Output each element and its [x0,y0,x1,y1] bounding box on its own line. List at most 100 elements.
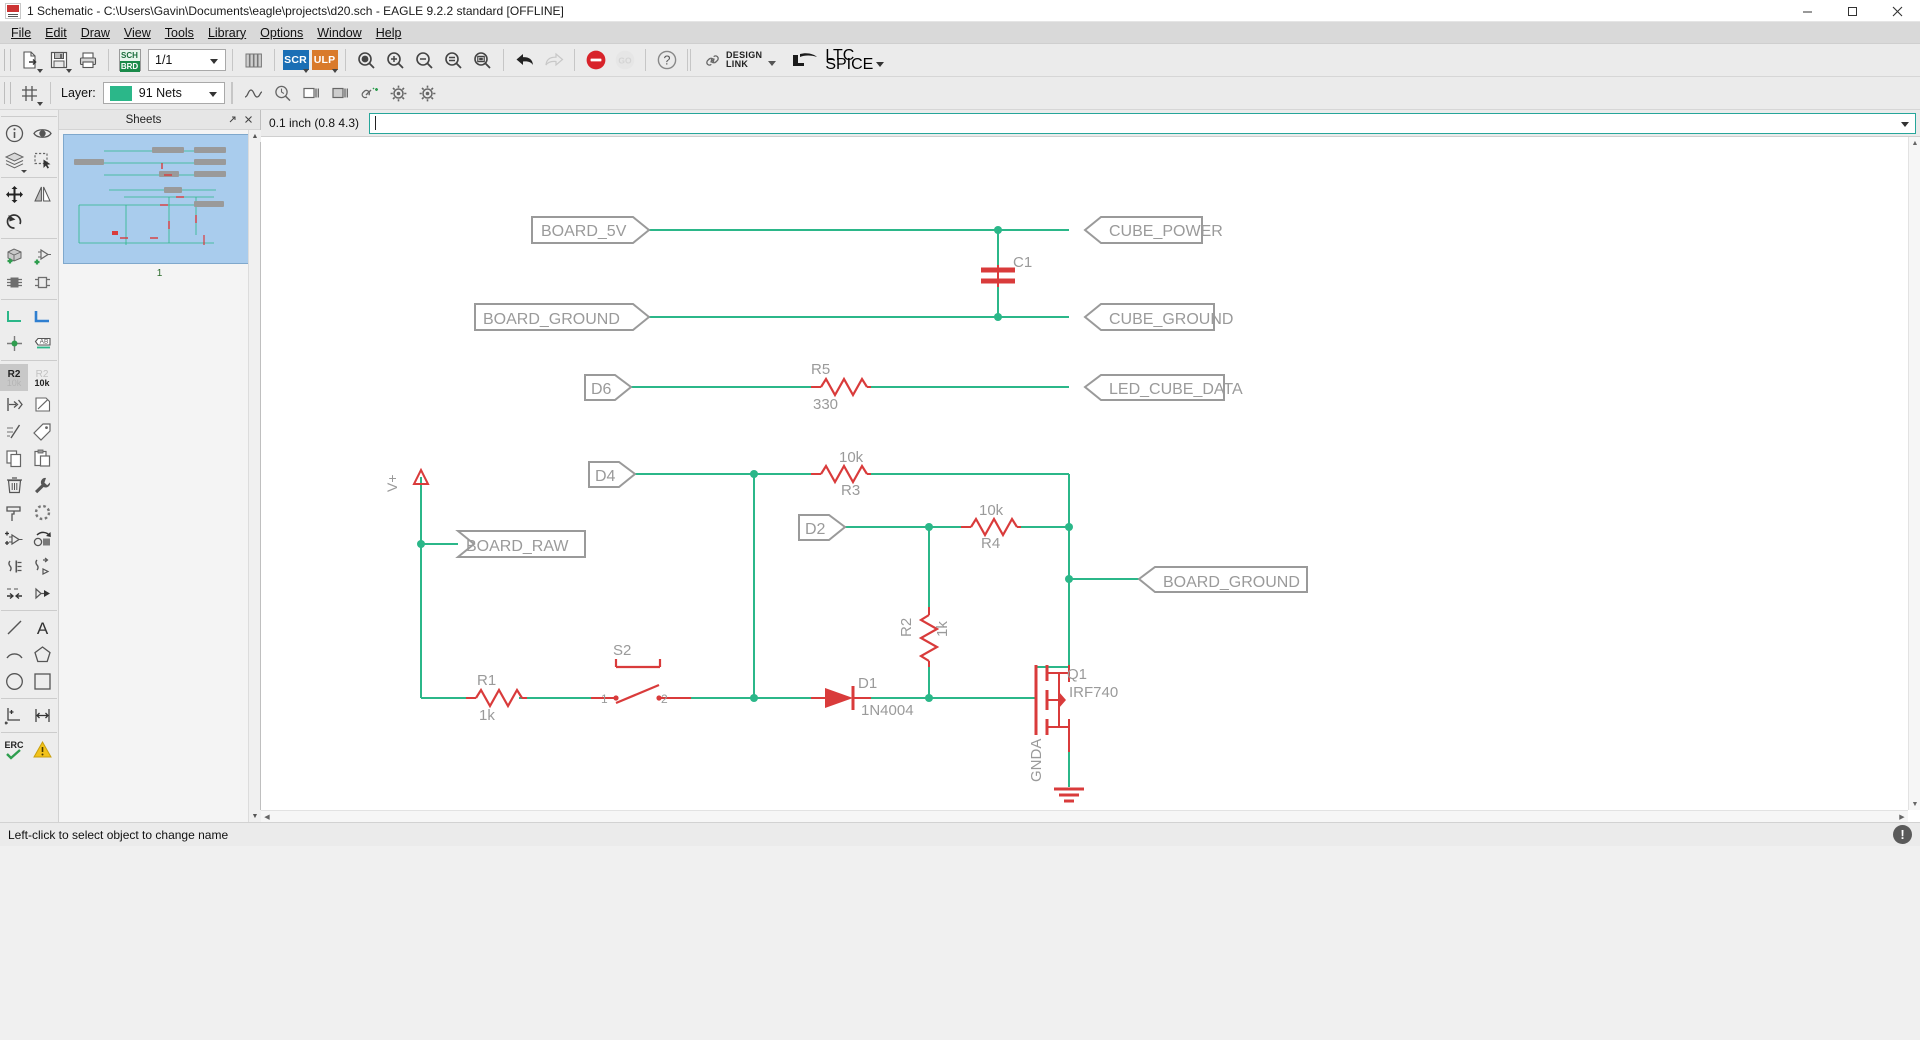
smash-tool[interactable] [0,553,28,580]
settings-gear-button[interactable] [413,80,442,107]
canvas-scroll-down-icon[interactable]: ▼ [1909,798,1920,810]
canvas-scroll-left-icon[interactable]: ◀ [261,811,273,822]
toolbar-grip[interactable] [4,49,11,71]
net-label-cube-ground[interactable]: CUBE_GROUND [1083,303,1233,331]
design-link-caret-icon[interactable] [768,61,777,66]
polygon-tool[interactable] [28,641,56,668]
run-script-button[interactable]: SCR [281,47,310,74]
paint-tool[interactable] [0,499,28,526]
paste-tool[interactable] [28,445,56,472]
attribute-tool[interactable] [28,418,56,445]
scr-caret-icon[interactable] [303,68,309,73]
part-c1[interactable]: C1 [981,254,1032,287]
ltspice-caret-icon[interactable] [876,61,885,67]
maximize-button[interactable] [1830,0,1875,22]
line-tool[interactable] [0,614,28,641]
part-gnda[interactable]: GNDA [1028,739,1084,803]
net-label-board-ground-1[interactable]: BOARD_GROUND [474,303,651,331]
zoom-out-button[interactable] [410,47,439,74]
miter-tool[interactable] [28,391,56,418]
group-tool-2[interactable] [28,499,56,526]
chevron-down-icon[interactable] [210,59,218,64]
menu-help[interactable]: Help [369,24,409,42]
group-tool[interactable] [28,147,56,174]
invoke-tool[interactable] [0,269,28,296]
name-tool[interactable]: R2 10k [0,364,28,391]
pin-direction-tool[interactable] [0,580,28,607]
close-icon[interactable] [244,115,260,124]
menu-options[interactable]: Options [253,24,310,42]
zoom-select-button[interactable] [468,47,497,74]
sheet-selector[interactable]: 1/1 [148,49,226,71]
part-q1[interactable]: Q1 IRF740 [1034,665,1118,752]
junction-tool[interactable] [0,330,28,357]
display-layers-button[interactable] [297,80,326,107]
dimension-tool[interactable] [0,702,28,729]
sheets-scroll-down-icon[interactable]: ▼ [249,810,261,822]
schematic-canvas[interactable]: C1 R5 330 10k R3 10k R4 R2 1k R1 1k S2 1… [261,137,1920,822]
net-label-board-5v[interactable]: BOARD_5V [531,216,651,244]
library-manager-button[interactable] [239,47,268,74]
sheets-scroll-up-icon[interactable]: ▲ [249,130,261,142]
net-label-board-raw[interactable]: BOARD_RAW [455,530,586,558]
dimension-button[interactable] [268,80,297,107]
close-button[interactable] [1875,0,1920,22]
rotate-tool[interactable] [0,208,28,235]
save-button[interactable] [44,47,73,74]
add-gate-tool[interactable] [28,242,56,269]
grid-caret-icon[interactable] [37,101,43,106]
part-r5[interactable]: R5 330 [811,361,871,413]
delete-tool[interactable] [0,472,28,499]
part-r1[interactable]: R1 1k [466,672,527,724]
canvas-vertical-scrollbar[interactable]: ▲ ▼ [1908,137,1920,810]
pin-arrow-tool[interactable] [28,580,56,607]
add-part-tool[interactable] [0,242,28,269]
run-ulp-button[interactable]: ULP [310,47,339,74]
canvas-horizontal-scrollbar[interactable]: ◀ ▶ [261,810,1908,822]
go-button[interactable]: GO [610,47,639,74]
part-r3[interactable]: 10k R3 [811,449,871,499]
bus-tool[interactable] [28,303,56,330]
design-link-button[interactable]: DESIGN LINK [705,50,777,70]
menu-draw[interactable]: Draw [74,24,117,42]
info-tool[interactable] [0,120,28,147]
net-label-d2[interactable]: D2 [798,514,847,541]
mirror-tool[interactable] [28,181,56,208]
rectangle-tool[interactable] [28,668,56,695]
save-caret-icon[interactable] [66,68,72,73]
print-button[interactable] [73,47,102,74]
help-button[interactable]: ? [652,47,681,74]
add-gate-plus-tool[interactable] [0,526,28,553]
pinswap-tool[interactable] [0,391,28,418]
show-tool[interactable] [28,120,56,147]
zoom-redraw-button[interactable] [439,47,468,74]
float-icon[interactable] [228,115,244,124]
text-tool[interactable]: A [28,614,56,641]
stop-button[interactable] [581,47,610,74]
gateswap-tool[interactable] [28,553,56,580]
notification-badge[interactable]: ! [1893,825,1912,844]
menu-library[interactable]: Library [201,24,253,42]
zoom-in-button[interactable] [381,47,410,74]
net-label-board-ground-2[interactable]: BOARD_GROUND [1137,566,1308,593]
display-tool[interactable] [0,147,28,174]
minimize-button[interactable] [1785,0,1830,22]
menu-tools[interactable]: Tools [158,24,201,42]
ulp-caret-icon[interactable] [332,68,338,73]
layer-selector[interactable]: 91 Nets [102,82,225,104]
split-tool[interactable] [0,418,28,445]
copy-tool[interactable] [0,445,28,472]
ltspice-button[interactable]: LTC SPICE [790,47,885,72]
label-tool[interactable]: AB [28,330,56,357]
measure-tool[interactable] [28,702,56,729]
display-caret-icon[interactable] [21,170,27,173]
move-tool[interactable] [0,181,28,208]
layer-toolbar-grip[interactable] [4,82,11,104]
menu-window[interactable]: Window [310,24,368,42]
part-s2[interactable]: S2 1 2 [591,642,691,706]
command-input[interactable] [369,112,1916,134]
canvas-scroll-up-icon[interactable]: ▲ [1909,137,1920,149]
undo-button[interactable] [510,47,539,74]
canvas-scroll-right-icon[interactable]: ▶ [1896,811,1908,822]
rotate-object-tool[interactable] [28,526,56,553]
